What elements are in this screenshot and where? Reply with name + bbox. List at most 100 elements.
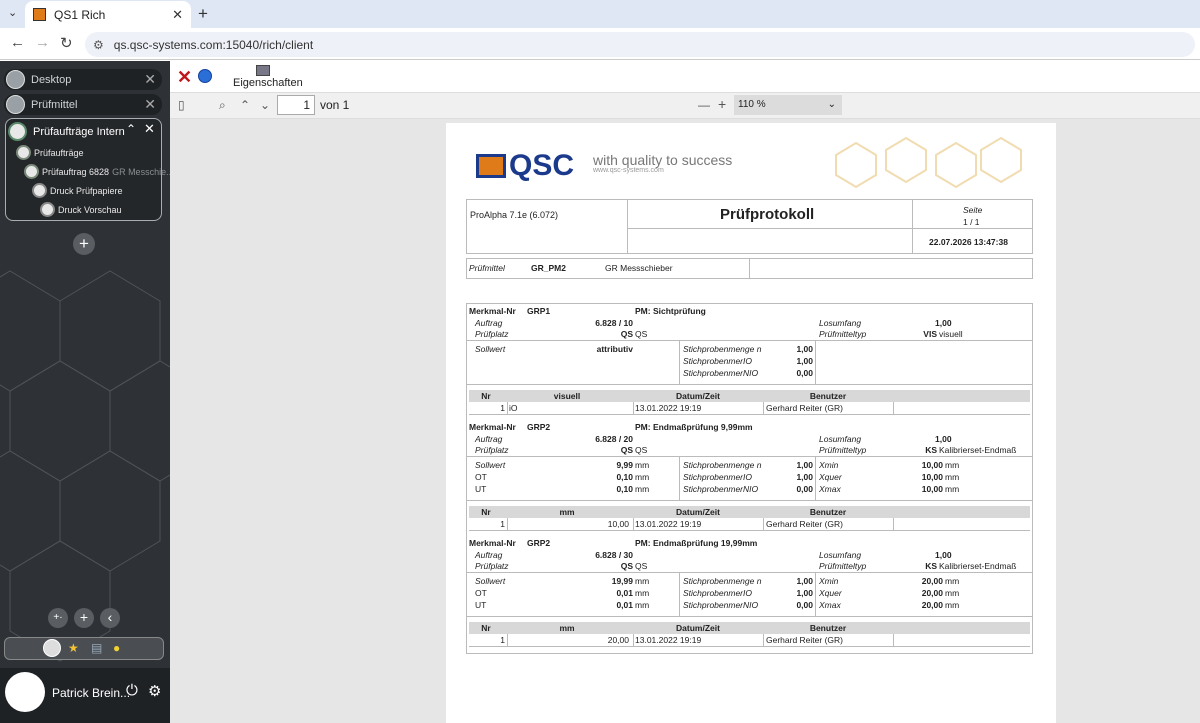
- previous-page-icon[interactable]: ⌃: [240, 98, 250, 112]
- separator: [467, 572, 1032, 573]
- separator: [469, 646, 1030, 647]
- separator: [467, 500, 1032, 501]
- pruefmittel-icon: [6, 95, 25, 114]
- separator: [679, 573, 680, 617]
- stichprobenmenge-value: 1,00: [796, 576, 813, 586]
- add-button[interactable]: +: [74, 608, 94, 628]
- ut-value: 0,10: [616, 484, 633, 494]
- sidebar-item-pruefauftraege[interactable]: Prüfaufträge: [16, 145, 84, 160]
- col-nr-header: Nr: [481, 623, 491, 633]
- pruefmittel-box: Prüfmittel GR_PM2 GR Messschieber: [466, 258, 1033, 279]
- pruefmittel-code: GR_PM2: [531, 263, 566, 273]
- page-number-input[interactable]: 1: [277, 95, 315, 115]
- new-tab-icon[interactable]: +: [198, 4, 208, 24]
- collapse-sidebar-button[interactable]: ‹: [100, 608, 120, 628]
- unit: mm: [635, 588, 650, 598]
- tab-search-icon[interactable]: ⌄: [8, 6, 17, 19]
- sollwert-label: Sollwert: [475, 460, 506, 470]
- stichproben-io-label: StichprobenmerIO: [683, 472, 752, 482]
- unit: mm: [945, 588, 960, 598]
- search-icon[interactable]: ⌕: [219, 98, 226, 113]
- close-icon[interactable]: ✕: [177, 67, 192, 88]
- merkmal-nr-label: Merkmal-Nr: [469, 538, 516, 548]
- unit: mm: [635, 484, 650, 494]
- settings-icon[interactable]: ⚙: [148, 682, 161, 700]
- unit: mm: [945, 460, 960, 470]
- separator: [633, 634, 634, 646]
- close-tab-icon[interactable]: ✕: [172, 7, 183, 23]
- losumfang-value: 1,00: [935, 318, 952, 328]
- separator: [893, 518, 894, 530]
- lightbulb-icon[interactable]: ●: [113, 641, 120, 655]
- zoom-out-icon[interactable]: —: [698, 98, 710, 112]
- stichproben-io-label: StichprobenmerIO: [683, 588, 752, 598]
- close-icon[interactable]: ✕: [144, 71, 156, 88]
- properties-icon[interactable]: [256, 65, 270, 76]
- reload-icon[interactable]: ↻: [60, 34, 73, 52]
- url-field[interactable]: ⚙ qs.qsc-systems.com:15040/rich/client: [85, 32, 1195, 57]
- collapse-icon[interactable]: ⌃: [126, 122, 136, 136]
- separator: [507, 634, 508, 646]
- page-label: Seite: [963, 205, 983, 215]
- avatar[interactable]: [5, 672, 45, 712]
- zoom-select[interactable]: 110 % ⌄: [734, 95, 842, 115]
- separator: [507, 402, 508, 414]
- item-sublabel: GR Messchie...: [112, 166, 170, 177]
- unit: mm: [945, 484, 960, 494]
- separator: [633, 402, 634, 414]
- col-date-header: Datum/Zeit: [676, 391, 720, 401]
- result-nr: 1: [500, 403, 505, 413]
- close-icon[interactable]: ✕: [144, 121, 155, 137]
- result-user: Gerhard Reiter (GR): [766, 635, 843, 645]
- back-icon[interactable]: ←: [10, 34, 25, 51]
- losumfang-label: Losumfang: [819, 434, 862, 444]
- site-info-icon[interactable]: ⚙: [93, 38, 104, 52]
- stichproben-nio-label: StichprobenmerNIO: [683, 484, 759, 494]
- power-icon[interactable]: ⏻: [126, 682, 138, 699]
- properties-button[interactable]: Eigenschaften: [233, 77, 303, 89]
- sidebar-item-druck-vorschau[interactable]: Druck Vorschau: [40, 202, 122, 217]
- auftrag-label: Auftrag: [475, 318, 503, 328]
- documents-icon[interactable]: ▤: [91, 641, 102, 655]
- info-icon[interactable]: [198, 69, 212, 83]
- xmin-value: 20,00: [921, 576, 943, 586]
- url-text: qs.qsc-systems.com:15040/rich/client: [113, 37, 314, 52]
- pm-name: PM: Sichtprüfung: [635, 306, 706, 316]
- stichprobenmenge-value: 1,00: [796, 344, 813, 354]
- pruefmitteltyp-value: visuell: [939, 329, 963, 339]
- group-title[interactable]: Prüfaufträge Intern: [8, 122, 125, 141]
- pruefmitteltyp-label: Prüfmitteltyp: [819, 329, 867, 339]
- zoom-in-icon[interactable]: +: [718, 96, 726, 112]
- sidebar-item-pruefmittel[interactable]: Prüfmittel ✕: [4, 94, 162, 115]
- stichproben-io-value: 1,00: [796, 472, 813, 482]
- chevron-down-icon: ⌄: [827, 99, 836, 110]
- sidebar-item-desktop[interactable]: Desktop ✕: [4, 69, 162, 90]
- separator: [679, 457, 680, 501]
- next-page-icon[interactable]: ⌄: [260, 98, 270, 112]
- desktop-shortcut-icon[interactable]: [43, 639, 61, 657]
- tagline: with quality to success: [593, 152, 733, 168]
- col-user-header: Benutzer: [809, 623, 847, 633]
- result-date: 13.01.2022 19:19: [635, 519, 702, 529]
- merkmal-nr: GRP1: [527, 306, 551, 316]
- sidebar-toggle-icon[interactable]: ▯: [178, 98, 185, 112]
- merkmal-nr: GRP2: [527, 422, 551, 432]
- sidebar-item-druck-pruefpapiere[interactable]: Druck Prüfpapiere: [32, 183, 123, 198]
- add-tab-button[interactable]: +: [73, 233, 95, 255]
- user-panel: Patrick Brein... ⏻ ⚙: [0, 668, 170, 723]
- sidebar-item-pruefauftrag-6828[interactable]: Prüfauftrag 6828 GR Messchie...: [24, 164, 170, 179]
- sidebar-item-label: Desktop: [31, 73, 72, 86]
- result-nr: 1: [500, 635, 505, 645]
- pruefmitteltyp-label: Prüfmitteltyp: [819, 445, 867, 455]
- unit: mm: [635, 460, 650, 470]
- browser-tab[interactable]: QS1 Rich ✕: [25, 1, 191, 28]
- forward-icon[interactable]: →: [35, 34, 50, 51]
- result-date: 13.01.2022 19:19: [635, 403, 702, 413]
- ut-label: UT: [475, 484, 487, 494]
- close-icon[interactable]: ✕: [144, 96, 156, 113]
- star-icon[interactable]: ★: [68, 641, 79, 655]
- add-special-button[interactable]: +·: [48, 608, 68, 628]
- print-icon: [32, 183, 47, 198]
- pruefmitteltyp-label: Prüfmitteltyp: [819, 561, 867, 571]
- system-version: ProAlpha 7.1e (6.072): [470, 210, 559, 220]
